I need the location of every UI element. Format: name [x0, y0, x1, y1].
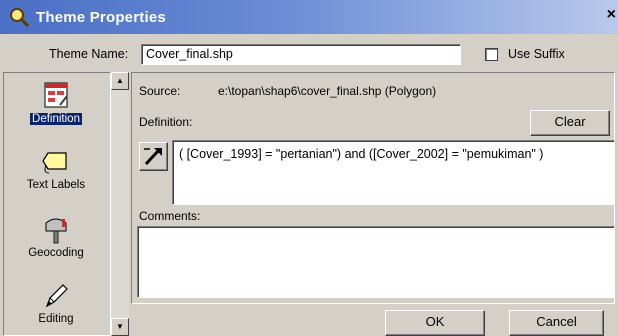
theme-name-row: Theme Name: Cover_final.shp Use Suffix [0, 40, 618, 68]
window-title: Theme Properties [36, 8, 166, 26]
ok-button[interactable]: OK [385, 310, 485, 336]
query-builder-icon [140, 148, 167, 173]
geocoding-icon [40, 213, 72, 245]
definition-label: Definition: [139, 115, 193, 129]
text-label-icon [40, 147, 72, 177]
comments-field[interactable] [137, 226, 615, 298]
sidebar-item-label: Definition [30, 113, 82, 125]
scroll-down-icon[interactable]: ▼ [111, 318, 129, 336]
sidebar-item-text-labels[interactable]: Text Labels [4, 147, 108, 191]
source-value: e:\topan\shap6\cover_final.shp (Polygon) [218, 84, 437, 98]
sidebar-scrollbar[interactable]: ▲ ▼ [111, 72, 129, 336]
clear-button[interactable]: Clear [530, 110, 610, 136]
use-suffix-checkbox[interactable] [485, 48, 498, 61]
definition-icon [40, 79, 72, 111]
magnifier-icon [8, 6, 30, 28]
sidebar-item-geocoding[interactable]: Geocoding [4, 213, 108, 259]
title-bar: Theme Properties × [0, 0, 618, 34]
theme-name-label: Theme Name: [49, 47, 129, 61]
close-icon[interactable]: × [607, 6, 616, 24]
source-label: Source: [139, 84, 181, 98]
theme-name-input[interactable]: Cover_final.shp [141, 44, 461, 65]
comments-label: Comments: [139, 209, 201, 223]
scroll-up-icon[interactable]: ▲ [111, 72, 129, 90]
sidebar-item-label: Geocoding [28, 247, 84, 259]
sidebar-item-definition[interactable]: Definition [4, 79, 108, 125]
query-builder-button[interactable] [139, 142, 168, 171]
sidebar-item-label: Editing [38, 313, 74, 325]
sidebar-item-editing[interactable]: Editing [4, 279, 108, 325]
sidebar-item-label: Text Labels [26, 179, 86, 191]
editing-icon [40, 279, 72, 311]
cancel-button[interactable]: Cancel [509, 310, 604, 336]
use-suffix-label: Use Suffix [508, 47, 565, 61]
category-sidebar: Definition Text Labels Geocoding Editing [3, 72, 111, 336]
definition-expression-field[interactable]: ( [Cover_1993] = "pertanian") and ([Cove… [172, 140, 615, 205]
